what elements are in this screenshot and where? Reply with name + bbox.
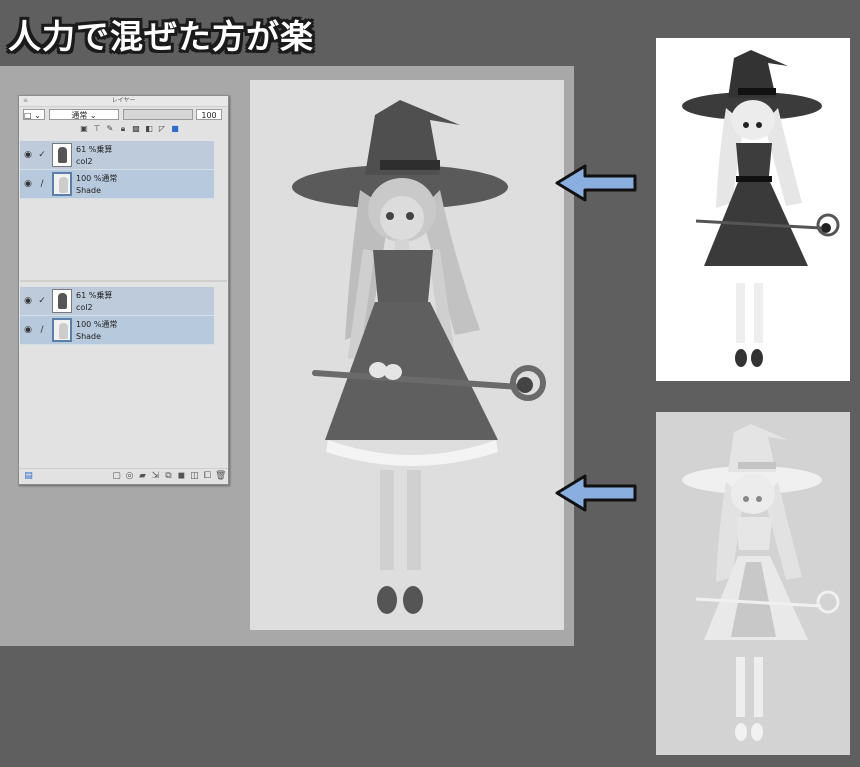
layer-name: col2 [76,303,93,312]
pen-icon[interactable]: ∕ [36,178,48,190]
layer-toolbar: □ ⌄ 通常 ⌄ 100 [23,109,223,122]
apply-mask-icon[interactable]: ◫ [189,471,200,482]
layer-type-dropdown[interactable]: □ ⌄ [23,109,45,120]
check-icon[interactable]: ✓ [36,295,48,307]
arrow-left-icon [555,164,637,202]
panel-bottom-toolbar: ▤ ▢ ◎ ▰ ⇲ ⧉ ◼ ◫ ⧠ 🗑︎ [19,468,228,485]
layer-thumbnail [52,143,72,167]
witch-illustration-combined [292,100,546,614]
layer-row[interactable]: ◉ ∕ 100 %通常 Shade [20,316,214,345]
draft-icon[interactable]: ✎ [105,124,115,134]
copy-layer-icon[interactable]: ⧠ [202,471,213,482]
opacity-slider[interactable] [123,109,193,120]
eye-icon[interactable]: ◉ [22,295,34,307]
layer-property-icon[interactable]: ▤ [23,471,34,482]
new-vector-layer-icon[interactable]: ◎ [124,471,135,482]
layer-mode: 100 %通常 [76,174,118,183]
eye-icon[interactable]: ◉ [22,149,34,161]
menu-icon[interactable]: ≡ [23,97,28,104]
ruler-icon[interactable]: ◸ [157,124,167,134]
layer-row[interactable]: ◉ ∕ 100 %通常 Shade [20,170,214,199]
canvas[interactable] [250,80,564,630]
arrow-left-icon [555,474,637,512]
layer-mode: 100 %通常 [76,320,118,329]
mask-add-icon[interactable]: ◼ [176,471,187,482]
blend-mode-value: 通常 [71,111,88,120]
combine-icon[interactable]: ⧉ [163,471,174,482]
trash-icon[interactable]: 🗑︎ [215,471,226,482]
layer-name: Shade [76,186,102,195]
reference-shade-layer [656,412,850,755]
blend-mode-select[interactable]: 通常 ⌄ [49,109,119,120]
new-raster-layer-icon[interactable]: ▢ [111,471,122,482]
eye-icon[interactable]: ◉ [22,324,34,336]
layer-mode: 61 %乗算 [76,145,113,154]
eye-icon[interactable]: ◉ [22,178,34,190]
pen-icon[interactable]: ∕ [36,324,48,336]
check-icon[interactable]: ✓ [36,149,48,161]
layer-panel: レイヤー ≡ □ ⌄ 通常 ⌄ 100 ▣ ⊤ ✎ 🔒︎ ▩ ◧ ◸ ■ ◉ ✓… [18,95,229,485]
new-folder-icon[interactable]: ▰ [137,471,148,482]
layer-name: Shade [76,332,102,341]
layer-name: col2 [76,157,93,166]
layer-lock-tools: ▣ ⊤ ✎ 🔒︎ ▩ ◧ ◸ ■ [79,124,180,136]
layer-mode: 61 %乗算 [76,291,113,300]
color-icon[interactable]: ■ [170,124,180,134]
lock-transparency-icon[interactable]: ▩ [131,124,141,134]
witch-color-preview [682,50,840,367]
clip-icon[interactable]: ▣ [79,124,89,134]
layer-thumbnail [52,318,72,342]
layer-row[interactable]: ◉ ✓ 61 %乗算 col2 [20,287,214,316]
reference-color-layer [656,38,850,381]
mask-icon[interactable]: ◧ [144,124,154,134]
reference-icon[interactable]: ⊤ [92,124,102,134]
witch-shade-preview [682,424,840,741]
layer-row[interactable]: ◉ ✓ 61 %乗算 col2 [20,141,214,170]
panel-title: レイヤー [19,96,228,107]
lock-icon[interactable]: 🔒︎ [118,124,128,134]
page-title: 人力で混ぜた方が楽 [8,17,314,56]
transfer-icon[interactable]: ⇲ [150,471,161,482]
opacity-input[interactable]: 100 [196,109,222,120]
divider [20,280,227,282]
layer-thumbnail [52,172,72,196]
layer-thumbnail [52,289,72,313]
